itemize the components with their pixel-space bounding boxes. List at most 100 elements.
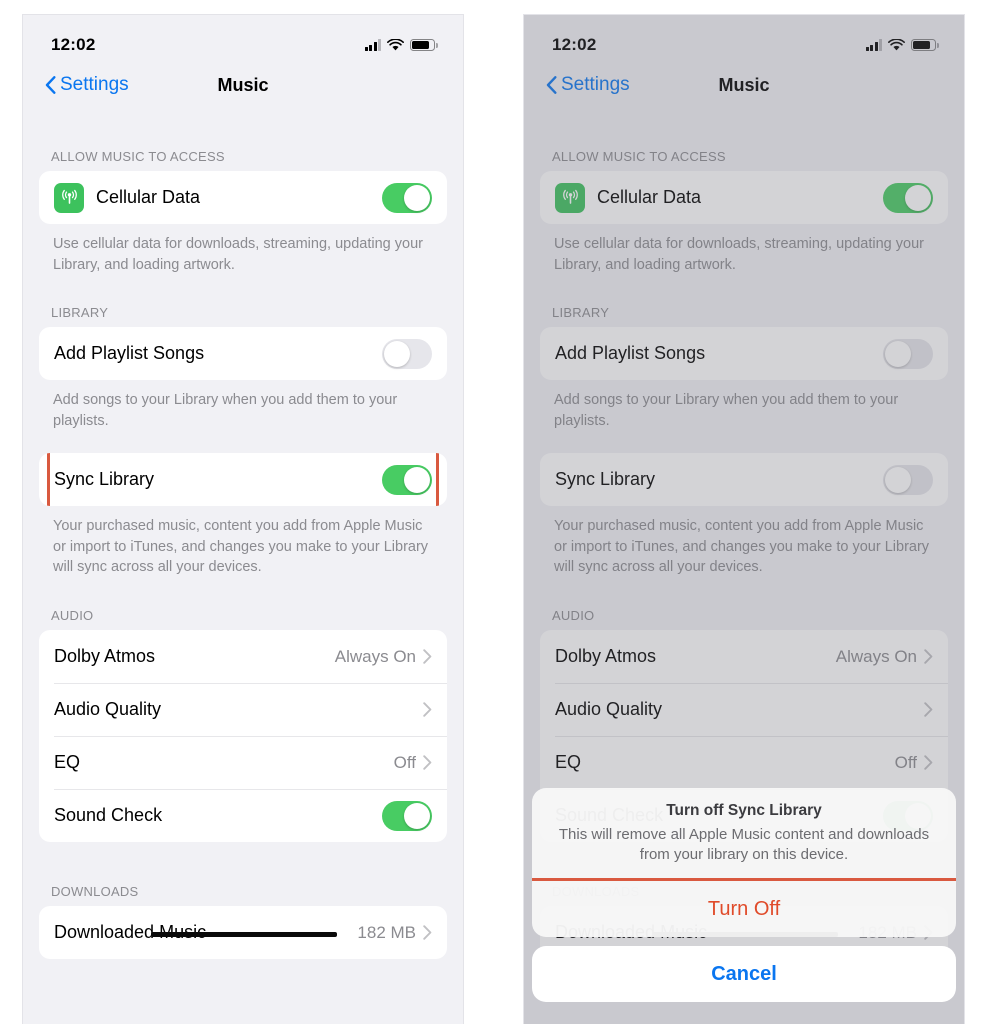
row-label-eq: EQ [54, 752, 81, 773]
comparison-screenshot: 12:02 Settings Music ALLOW MUSIC TO ACCE… [0, 0, 999, 1024]
wifi-icon [387, 38, 404, 50]
navigation-bar: Settings Music [23, 63, 463, 107]
row-dolby-atmos[interactable]: Dolby Atmos Always On [39, 630, 447, 683]
toggle-cellular-data[interactable] [382, 182, 432, 213]
group-access: Cellular Data [39, 171, 447, 224]
cellular-signal-icon [865, 39, 882, 51]
chevron-right-icon [924, 649, 933, 664]
row-label-add-playlist-songs: Add Playlist Songs [54, 343, 205, 364]
cellular-data-icon [555, 182, 585, 213]
row-cellular-data[interactable]: Cellular Data [540, 171, 948, 224]
toggle-add-playlist-songs[interactable] [382, 338, 432, 369]
alert-card: Turn off Sync Library This will remove a… [532, 787, 956, 937]
turn-off-button[interactable]: Turn Off [532, 878, 956, 937]
row-label-sound-check: Sound Check [54, 805, 163, 826]
toggle-sync-library[interactable] [382, 464, 432, 495]
footnote-add-playlist-songs: Add songs to your Library when you add t… [53, 392, 398, 429]
footnote-sync-library: Your purchased music, content you add fr… [554, 518, 930, 576]
cellular-signal-icon [364, 39, 381, 51]
footnote-sync-library: Your purchased music, content you add fr… [53, 518, 429, 576]
status-indicators [364, 38, 438, 52]
group-add-playlist-songs: Add Playlist Songs [540, 327, 948, 381]
phone-screenshot-after: 12:02 Settings Music ALLOW MUSIC TO ACCE… [523, 14, 965, 1024]
wifi-icon [888, 38, 905, 50]
row-eq[interactable]: EQ Off [540, 736, 948, 789]
row-label-sync-library: Sync Library [54, 469, 155, 490]
row-value-dolby-atmos: Always On [835, 646, 917, 666]
row-audio-quality[interactable]: Audio Quality [39, 683, 447, 736]
ios-settings-screen: 12:02 Settings Music ALLOW MUSIC TO ACCE… [23, 15, 463, 1024]
row-sync-library[interactable]: Sync Library [540, 453, 948, 506]
alert-header: Turn off Sync Library This will remove a… [532, 788, 956, 881]
row-cellular-data[interactable]: Cellular Data [39, 171, 447, 224]
settings-content: ALLOW MUSIC TO ACCESS Cellular Data Use … [23, 107, 463, 960]
toggle-cellular-data[interactable] [883, 182, 933, 213]
chevron-right-icon [924, 755, 933, 770]
row-label-sync-library: Sync Library [555, 469, 656, 490]
chevron-right-icon [423, 649, 432, 664]
alert-title: Turn off Sync Library [666, 801, 822, 819]
chevron-right-icon [423, 925, 432, 940]
section-header-access: ALLOW MUSIC TO ACCESS [552, 149, 726, 164]
alert-dialog-turn-off-sync-library: Turn off Sync Library This will remove a… [532, 787, 956, 1002]
row-label-cellular-data: Cellular Data [96, 187, 201, 207]
row-eq[interactable]: EQ Off [39, 736, 447, 789]
row-value-dolby-atmos: Always On [334, 646, 416, 666]
back-button[interactable]: Settings [45, 74, 129, 96]
row-label-dolby-atmos: Dolby Atmos [54, 646, 156, 667]
status-bar: 12:02 [524, 15, 964, 63]
chevron-left-icon [45, 76, 56, 94]
toggle-sync-library[interactable] [883, 464, 933, 495]
footnote-cellular-data: Use cellular data for downloads, streami… [53, 236, 423, 273]
section-header-library: LIBRARY [51, 305, 109, 321]
status-time: 12:02 [51, 35, 96, 54]
footnote-add-playlist-songs: Add songs to your Library when you add t… [554, 392, 899, 429]
row-value-eq: Off [894, 752, 917, 772]
chevron-right-icon [423, 702, 432, 717]
status-bar: 12:02 [23, 15, 463, 63]
alert-message: This will remove all Apple Music content… [558, 825, 930, 863]
cancel-button[interactable]: Cancel [532, 946, 956, 1002]
chevron-left-icon [546, 76, 557, 94]
group-downloads: Downloaded Music 182 MB [39, 906, 447, 960]
chevron-right-icon [423, 755, 432, 770]
back-button-label: Settings [561, 74, 630, 95]
section-header-audio: AUDIO [552, 608, 595, 624]
toggle-sound-check[interactable] [382, 800, 432, 831]
back-button[interactable]: Settings [546, 74, 630, 96]
group-audio: Dolby Atmos Always On Audio Quality EQ O… [39, 630, 447, 843]
footnote-cellular-data: Use cellular data for downloads, streami… [554, 236, 924, 273]
phone-screenshot-before: 12:02 Settings Music ALLOW MUSIC TO ACCE… [22, 14, 464, 1024]
row-add-playlist-songs[interactable]: Add Playlist Songs [540, 327, 948, 380]
group-sync-library: Sync Library [39, 453, 447, 507]
back-button-label: Settings [60, 74, 129, 95]
cellular-data-icon [54, 182, 84, 213]
section-header-audio: AUDIO [51, 608, 94, 624]
status-time: 12:02 [552, 35, 597, 54]
row-sync-library[interactable]: Sync Library [39, 453, 447, 506]
row-label-audio-quality: Audio Quality [555, 699, 663, 720]
cancel-button-label: Cancel [711, 962, 777, 985]
row-label-add-playlist-songs: Add Playlist Songs [555, 343, 706, 364]
row-label-eq: EQ [555, 752, 582, 773]
row-value-downloaded-music: 182 MB [357, 922, 416, 942]
group-add-playlist-songs: Add Playlist Songs [39, 327, 447, 381]
row-label-audio-quality: Audio Quality [54, 699, 162, 720]
section-header-downloads: DOWNLOADS [51, 884, 139, 900]
row-sound-check[interactable]: Sound Check [39, 789, 447, 842]
section-header-library: LIBRARY [552, 305, 610, 321]
turn-off-button-label: Turn Off [707, 897, 781, 920]
row-dolby-atmos[interactable]: Dolby Atmos Always On [540, 630, 948, 683]
section-header-access: ALLOW MUSIC TO ACCESS [51, 149, 225, 164]
row-downloaded-music[interactable]: Downloaded Music 182 MB [39, 906, 447, 959]
status-indicators [865, 38, 939, 52]
battery-icon [911, 38, 939, 52]
row-audio-quality[interactable]: Audio Quality [540, 683, 948, 736]
battery-icon [410, 38, 438, 52]
ios-settings-screen-with-alert: 12:02 Settings Music ALLOW MUSIC TO ACCE… [524, 15, 964, 1024]
chevron-right-icon [924, 702, 933, 717]
navigation-bar: Settings Music [524, 63, 964, 107]
row-add-playlist-songs[interactable]: Add Playlist Songs [39, 327, 447, 380]
group-sync-library: Sync Library [540, 453, 948, 507]
toggle-add-playlist-songs[interactable] [883, 338, 933, 369]
